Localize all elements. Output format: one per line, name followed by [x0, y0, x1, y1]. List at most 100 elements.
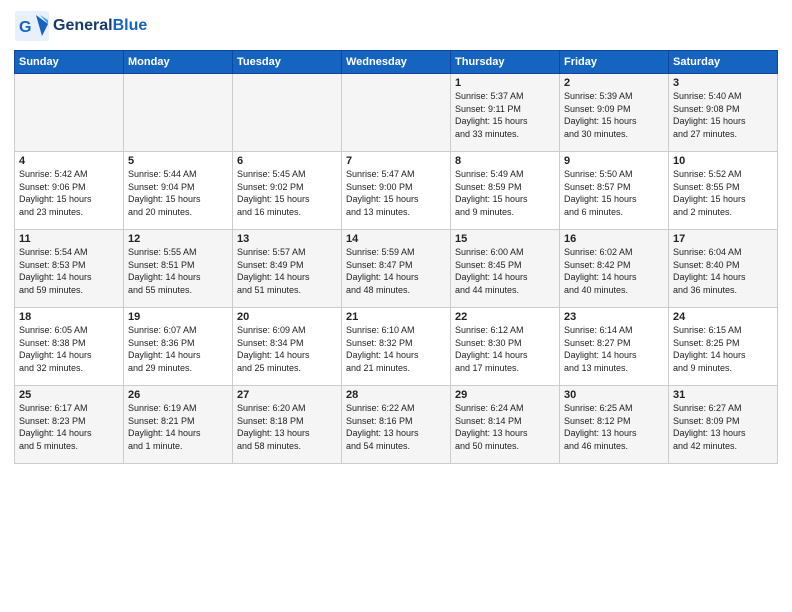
day-number: 10 [673, 155, 773, 167]
weekday-header-saturday: Saturday [669, 51, 778, 74]
day-info: Sunrise: 6:24 AM Sunset: 8:14 PM Dayligh… [455, 402, 555, 452]
day-info: Sunrise: 6:22 AM Sunset: 8:16 PM Dayligh… [346, 402, 446, 452]
week-row-2: 4Sunrise: 5:42 AM Sunset: 9:06 PM Daylig… [15, 152, 778, 230]
day-info: Sunrise: 6:25 AM Sunset: 8:12 PM Dayligh… [564, 402, 664, 452]
day-number: 8 [455, 155, 555, 167]
day-number: 7 [346, 155, 446, 167]
calendar-cell: 18Sunrise: 6:05 AM Sunset: 8:38 PM Dayli… [15, 308, 124, 386]
day-number: 18 [19, 311, 119, 323]
calendar-cell: 29Sunrise: 6:24 AM Sunset: 8:14 PM Dayli… [451, 386, 560, 464]
calendar-cell: 31Sunrise: 6:27 AM Sunset: 8:09 PM Dayli… [669, 386, 778, 464]
week-row-5: 25Sunrise: 6:17 AM Sunset: 8:23 PM Dayli… [15, 386, 778, 464]
calendar-cell: 10Sunrise: 5:52 AM Sunset: 8:55 PM Dayli… [669, 152, 778, 230]
calendar-cell [233, 74, 342, 152]
logo-icon: G [14, 10, 50, 42]
calendar-table: SundayMondayTuesdayWednesdayThursdayFrid… [14, 50, 778, 464]
week-row-4: 18Sunrise: 6:05 AM Sunset: 8:38 PM Dayli… [15, 308, 778, 386]
weekday-header-monday: Monday [124, 51, 233, 74]
calendar-cell: 26Sunrise: 6:19 AM Sunset: 8:21 PM Dayli… [124, 386, 233, 464]
day-number: 30 [564, 389, 664, 401]
calendar-cell: 4Sunrise: 5:42 AM Sunset: 9:06 PM Daylig… [15, 152, 124, 230]
calendar-cell: 14Sunrise: 5:59 AM Sunset: 8:47 PM Dayli… [342, 230, 451, 308]
calendar-cell: 28Sunrise: 6:22 AM Sunset: 8:16 PM Dayli… [342, 386, 451, 464]
day-info: Sunrise: 6:09 AM Sunset: 8:34 PM Dayligh… [237, 324, 337, 374]
day-info: Sunrise: 6:19 AM Sunset: 8:21 PM Dayligh… [128, 402, 228, 452]
calendar-cell: 1Sunrise: 5:37 AM Sunset: 9:11 PM Daylig… [451, 74, 560, 152]
week-row-1: 1Sunrise: 5:37 AM Sunset: 9:11 PM Daylig… [15, 74, 778, 152]
calendar-cell: 9Sunrise: 5:50 AM Sunset: 8:57 PM Daylig… [560, 152, 669, 230]
day-number: 11 [19, 233, 119, 245]
calendar-cell: 7Sunrise: 5:47 AM Sunset: 9:00 PM Daylig… [342, 152, 451, 230]
day-info: Sunrise: 6:15 AM Sunset: 8:25 PM Dayligh… [673, 324, 773, 374]
day-info: Sunrise: 6:20 AM Sunset: 8:18 PM Dayligh… [237, 402, 337, 452]
weekday-header-thursday: Thursday [451, 51, 560, 74]
weekday-header-row: SundayMondayTuesdayWednesdayThursdayFrid… [15, 51, 778, 74]
day-info: Sunrise: 5:49 AM Sunset: 8:59 PM Dayligh… [455, 168, 555, 218]
calendar-cell: 2Sunrise: 5:39 AM Sunset: 9:09 PM Daylig… [560, 74, 669, 152]
day-number: 29 [455, 389, 555, 401]
day-info: Sunrise: 6:04 AM Sunset: 8:40 PM Dayligh… [673, 246, 773, 296]
day-info: Sunrise: 5:44 AM Sunset: 9:04 PM Dayligh… [128, 168, 228, 218]
day-number: 31 [673, 389, 773, 401]
day-number: 22 [455, 311, 555, 323]
day-number: 25 [19, 389, 119, 401]
day-number: 9 [564, 155, 664, 167]
day-number: 12 [128, 233, 228, 245]
day-info: Sunrise: 6:00 AM Sunset: 8:45 PM Dayligh… [455, 246, 555, 296]
calendar-cell: 16Sunrise: 6:02 AM Sunset: 8:42 PM Dayli… [560, 230, 669, 308]
day-number: 26 [128, 389, 228, 401]
day-info: Sunrise: 5:37 AM Sunset: 9:11 PM Dayligh… [455, 90, 555, 140]
day-info: Sunrise: 5:52 AM Sunset: 8:55 PM Dayligh… [673, 168, 773, 218]
day-info: Sunrise: 5:42 AM Sunset: 9:06 PM Dayligh… [19, 168, 119, 218]
calendar-cell [15, 74, 124, 152]
day-info: Sunrise: 6:10 AM Sunset: 8:32 PM Dayligh… [346, 324, 446, 374]
calendar-cell: 6Sunrise: 5:45 AM Sunset: 9:02 PM Daylig… [233, 152, 342, 230]
day-info: Sunrise: 5:59 AM Sunset: 8:47 PM Dayligh… [346, 246, 446, 296]
day-number: 23 [564, 311, 664, 323]
calendar-cell [124, 74, 233, 152]
day-info: Sunrise: 5:40 AM Sunset: 9:08 PM Dayligh… [673, 90, 773, 140]
day-number: 3 [673, 77, 773, 89]
day-info: Sunrise: 5:45 AM Sunset: 9:02 PM Dayligh… [237, 168, 337, 218]
day-number: 5 [128, 155, 228, 167]
calendar-cell: 15Sunrise: 6:00 AM Sunset: 8:45 PM Dayli… [451, 230, 560, 308]
svg-text:G: G [19, 19, 31, 36]
day-number: 15 [455, 233, 555, 245]
calendar-cell: 24Sunrise: 6:15 AM Sunset: 8:25 PM Dayli… [669, 308, 778, 386]
day-number: 27 [237, 389, 337, 401]
calendar-cell: 30Sunrise: 6:25 AM Sunset: 8:12 PM Dayli… [560, 386, 669, 464]
calendar-cell: 19Sunrise: 6:07 AM Sunset: 8:36 PM Dayli… [124, 308, 233, 386]
day-number: 19 [128, 311, 228, 323]
day-info: Sunrise: 6:07 AM Sunset: 8:36 PM Dayligh… [128, 324, 228, 374]
day-info: Sunrise: 5:39 AM Sunset: 9:09 PM Dayligh… [564, 90, 664, 140]
calendar-cell: 13Sunrise: 5:57 AM Sunset: 8:49 PM Dayli… [233, 230, 342, 308]
day-info: Sunrise: 5:57 AM Sunset: 8:49 PM Dayligh… [237, 246, 337, 296]
calendar-cell: 11Sunrise: 5:54 AM Sunset: 8:53 PM Dayli… [15, 230, 124, 308]
day-number: 20 [237, 311, 337, 323]
day-info: Sunrise: 5:47 AM Sunset: 9:00 PM Dayligh… [346, 168, 446, 218]
day-info: Sunrise: 6:05 AM Sunset: 8:38 PM Dayligh… [19, 324, 119, 374]
calendar-cell: 27Sunrise: 6:20 AM Sunset: 8:18 PM Dayli… [233, 386, 342, 464]
calendar-cell: 22Sunrise: 6:12 AM Sunset: 8:30 PM Dayli… [451, 308, 560, 386]
day-info: Sunrise: 6:14 AM Sunset: 8:27 PM Dayligh… [564, 324, 664, 374]
day-number: 6 [237, 155, 337, 167]
day-info: Sunrise: 6:02 AM Sunset: 8:42 PM Dayligh… [564, 246, 664, 296]
day-number: 14 [346, 233, 446, 245]
day-number: 13 [237, 233, 337, 245]
week-row-3: 11Sunrise: 5:54 AM Sunset: 8:53 PM Dayli… [15, 230, 778, 308]
weekday-header-friday: Friday [560, 51, 669, 74]
day-number: 24 [673, 311, 773, 323]
logo: G GeneralBlue [14, 10, 147, 42]
calendar-cell [342, 74, 451, 152]
day-number: 21 [346, 311, 446, 323]
day-info: Sunrise: 5:54 AM Sunset: 8:53 PM Dayligh… [19, 246, 119, 296]
calendar-cell: 5Sunrise: 5:44 AM Sunset: 9:04 PM Daylig… [124, 152, 233, 230]
calendar-cell: 25Sunrise: 6:17 AM Sunset: 8:23 PM Dayli… [15, 386, 124, 464]
day-info: Sunrise: 5:50 AM Sunset: 8:57 PM Dayligh… [564, 168, 664, 218]
calendar-cell: 20Sunrise: 6:09 AM Sunset: 8:34 PM Dayli… [233, 308, 342, 386]
day-number: 17 [673, 233, 773, 245]
day-number: 1 [455, 77, 555, 89]
day-info: Sunrise: 6:17 AM Sunset: 8:23 PM Dayligh… [19, 402, 119, 452]
day-number: 16 [564, 233, 664, 245]
calendar-cell: 21Sunrise: 6:10 AM Sunset: 8:32 PM Dayli… [342, 308, 451, 386]
